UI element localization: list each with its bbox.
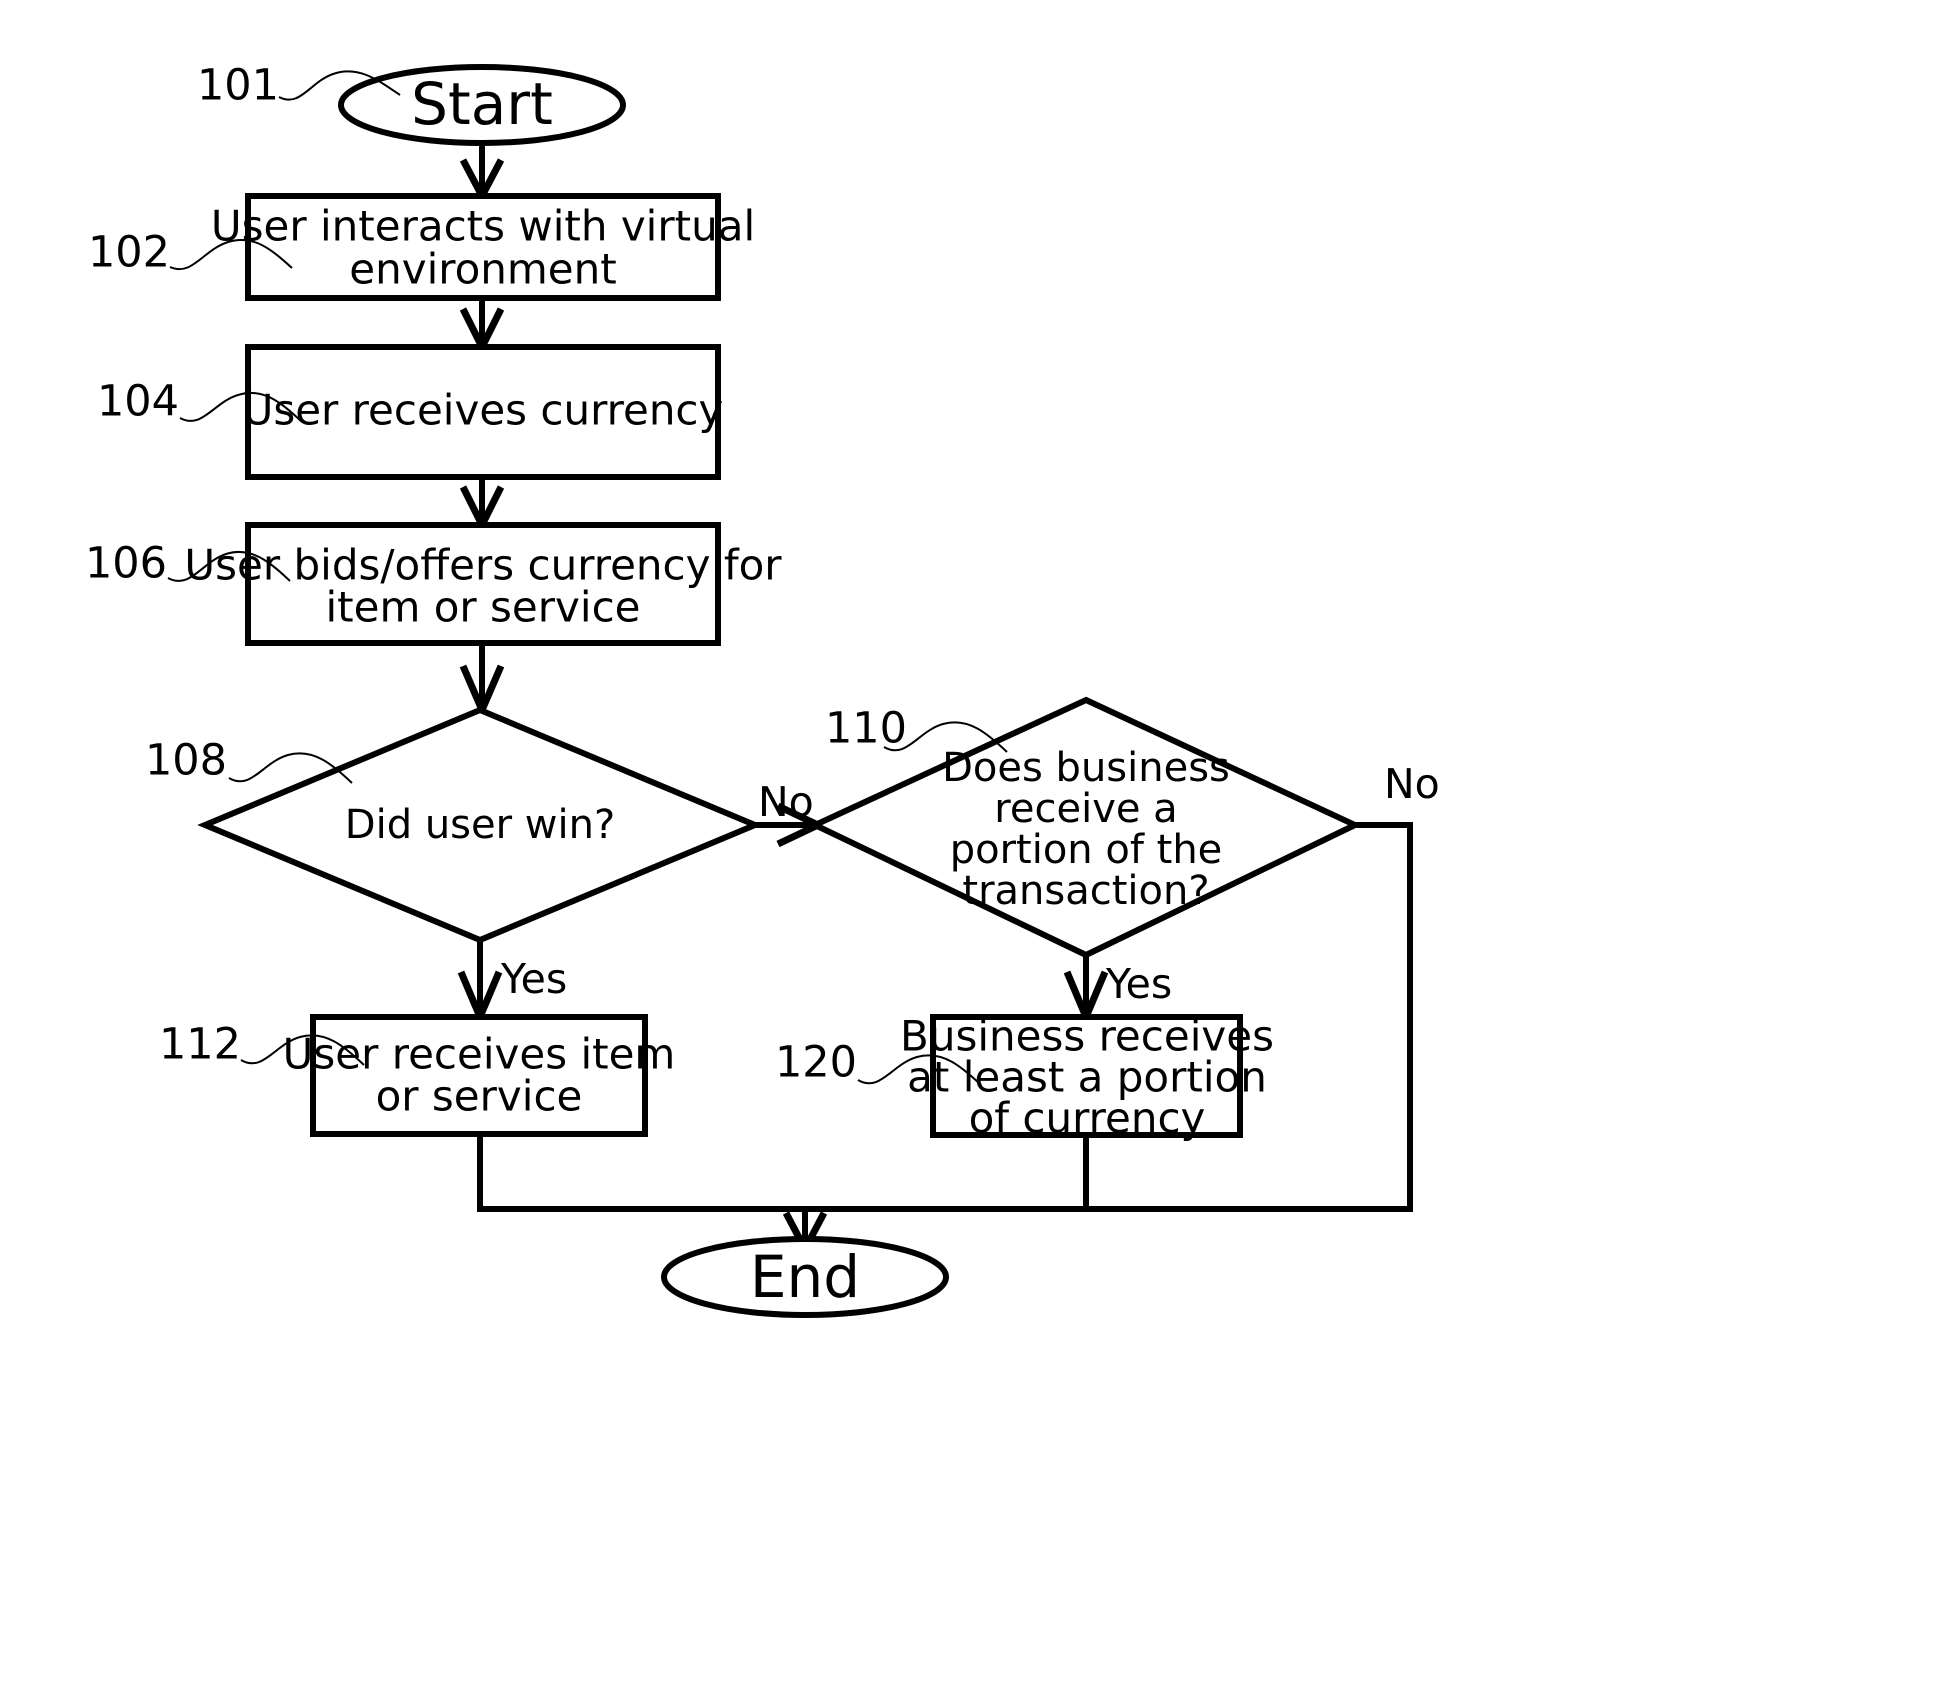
- flowchart-canvas: Start User interacts with virtual enviro…: [0, 0, 1935, 1691]
- ref-number-110: 110: [825, 704, 907, 754]
- node-end[interactable]: End: [661, 1236, 949, 1318]
- node-108-line1: Did user win?: [345, 802, 615, 848]
- ref-number-106: 106: [85, 539, 167, 589]
- ref-number-120: 120: [775, 1038, 857, 1088]
- connector-104-to-106: [459, 477, 505, 533]
- node-104-line1: User receives currency: [243, 386, 724, 435]
- ref-number-101: 101: [197, 61, 279, 111]
- connector-102-to-104: [459, 298, 505, 355]
- node-112-line2: or service: [376, 1072, 583, 1121]
- ref-number-104: 104: [97, 377, 179, 427]
- flowchart-diagram: Start User interacts with virtual enviro…: [85, 61, 1440, 1318]
- connector-start-to-102: [459, 143, 505, 204]
- edge-label-business-no: No: [1384, 760, 1440, 808]
- node-user-receives-currency[interactable]: User receives currency: [243, 344, 724, 480]
- edge-label-win-no: No: [758, 778, 814, 826]
- node-start-label: Start: [411, 70, 553, 138]
- connector-112-to-end: [477, 1134, 805, 1212]
- node-110-line2: receive a: [994, 786, 1177, 832]
- node-start[interactable]: Start: [338, 64, 626, 146]
- node-did-user-win[interactable]: Did user win?: [197, 706, 763, 944]
- connector-106-to-108: [459, 643, 505, 719]
- edge-label-win-yes: Yes: [500, 955, 567, 1003]
- edge-label-business-yes: Yes: [1105, 960, 1172, 1008]
- node-102-line2: environment: [349, 245, 616, 294]
- node-business-receives-currency[interactable]: Business receives at least a portion of …: [900, 1012, 1274, 1143]
- node-user-bids-offers[interactable]: User bids/offers currency for item or se…: [184, 522, 782, 646]
- node-102-line1: User interacts with virtual: [211, 202, 755, 251]
- node-user-interacts[interactable]: User interacts with virtual environment: [211, 193, 755, 301]
- node-110-line1: Does business: [942, 745, 1230, 791]
- node-120-line3: of currency: [969, 1094, 1206, 1143]
- node-110-line4: transaction?: [962, 868, 1209, 914]
- ref-number-108: 108: [145, 736, 227, 786]
- ref-number-112: 112: [159, 1020, 241, 1070]
- node-end-label: End: [750, 1243, 860, 1311]
- node-106-line2: item or service: [326, 583, 641, 632]
- connector-110-to-120: [1063, 955, 1109, 1026]
- node-user-receives-item[interactable]: User receives item or service: [283, 1014, 676, 1137]
- node-110-line3: portion of the: [950, 827, 1223, 873]
- connector-108-to-112: [457, 940, 503, 1026]
- ref-number-102: 102: [88, 228, 170, 278]
